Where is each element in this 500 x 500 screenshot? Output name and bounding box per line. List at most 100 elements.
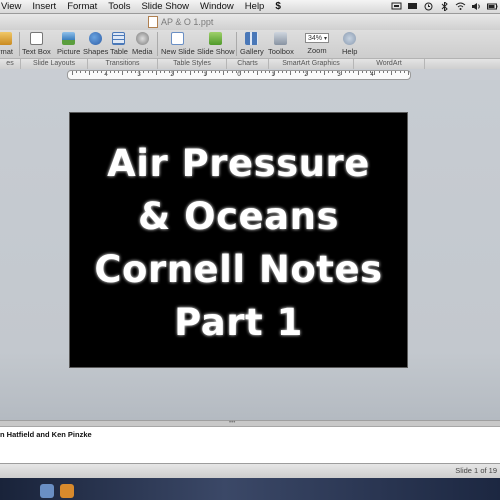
ruler-tick	[88, 71, 90, 75]
ruler-tick	[336, 71, 338, 73]
menu-tools[interactable]: Tools	[103, 0, 136, 13]
help-button[interactable]: Help	[342, 30, 357, 58]
ruler-tick	[340, 71, 342, 75]
menu-help[interactable]: Help	[240, 0, 271, 13]
ruler-tick	[227, 71, 229, 73]
dock-app-icon[interactable]	[60, 484, 74, 498]
title-line-2: & Oceans	[138, 195, 339, 238]
notes-text[interactable]: n Hatfield and Ken Pinzke	[0, 430, 92, 439]
toolbar-divider	[19, 32, 20, 56]
new-slide-icon	[171, 32, 185, 45]
shapes-button[interactable]: Shapes	[83, 30, 108, 58]
ribbon-tab-transitions[interactable]: Transitions	[88, 59, 158, 69]
ruler-tick	[256, 71, 258, 75]
dock-app-icon[interactable]	[40, 484, 54, 498]
dock	[0, 478, 500, 500]
ruler-tick	[156, 71, 157, 75]
ruler-tick	[181, 71, 183, 73]
chevron-down-icon: ▾	[323, 36, 327, 42]
toolbar-divider	[157, 32, 158, 56]
slide[interactable]: Air Pressure & Oceans Cornell Notes Part…	[69, 112, 408, 368]
slide-indicator: Slide 1 of 19	[455, 466, 497, 475]
bluetooth-icon[interactable]	[439, 2, 450, 11]
notes-pane[interactable]: n Hatfield and Ken Pinzke	[0, 426, 500, 464]
text-box-button[interactable]: Text Box	[22, 30, 51, 58]
menu-format[interactable]: Format	[62, 0, 103, 13]
ruler-tick	[72, 71, 73, 75]
menu-insert[interactable]: Insert	[27, 0, 62, 13]
status-bar: Slide 1 of 19	[0, 463, 500, 478]
picture-button[interactable]: Picture	[57, 30, 80, 58]
menu-slide-show[interactable]: Slide Show	[136, 0, 195, 13]
zoom-control[interactable]: 34% ▾ Zoom	[305, 30, 329, 58]
ribbon-tab-themes[interactable]: es	[0, 59, 21, 69]
zoom-label: Zoom	[307, 46, 327, 55]
ruler-tick	[114, 71, 115, 73]
ruler-tick	[361, 71, 363, 73]
media-button[interactable]: Media	[132, 30, 152, 58]
slide-title[interactable]: Air Pressure & Oceans Cornell Notes Part…	[70, 137, 407, 349]
screen-icon[interactable]	[391, 2, 402, 11]
ruler-tick	[105, 71, 107, 75]
ruler-tick	[147, 71, 149, 73]
toolbox-icon	[274, 32, 288, 45]
ribbon-tab-charts[interactable]: Charts	[227, 59, 269, 69]
format-button[interactable]: rmat	[0, 30, 13, 58]
title-bar[interactable]: AP & O 1.ppt	[0, 14, 500, 30]
ribbon-tab-slide-layouts[interactable]: Slide Layouts	[21, 59, 88, 69]
ruler-tick	[269, 71, 271, 73]
ruler-tick	[93, 71, 94, 73]
ruler-tick	[80, 71, 82, 73]
ruler-tick	[374, 71, 376, 75]
ribbon-tab-wordart[interactable]: WordArt	[354, 59, 425, 69]
ruler-tick	[164, 71, 166, 73]
menu-list: View Insert Format Tools Slide Show Wind…	[0, 0, 287, 13]
zoom-value: 34%	[308, 35, 323, 42]
ruler-tick	[185, 71, 187, 73]
volume-icon[interactable]	[471, 2, 482, 11]
menu-window[interactable]: Window	[195, 0, 240, 13]
ruler-tick	[366, 71, 367, 73]
table-button[interactable]: Table	[110, 30, 128, 58]
picture-label: Picture	[57, 47, 81, 56]
table-icon	[112, 32, 126, 45]
time-machine-icon[interactable]	[423, 2, 434, 11]
gallery-button[interactable]: Gallery	[240, 30, 264, 58]
ruler-tick	[101, 71, 103, 73]
zoom-field[interactable]: 34% ▾	[305, 33, 329, 43]
toolbar-divider	[236, 32, 237, 56]
ruler-tick	[193, 71, 195, 73]
wifi-icon[interactable]	[455, 2, 466, 11]
new-slide-button[interactable]: New Slide	[161, 30, 195, 58]
slide-show-icon	[209, 32, 223, 45]
script-menu[interactable]: $	[270, 0, 287, 13]
ruler-tick	[126, 71, 128, 73]
ribbon-tab-table-styles[interactable]: Table Styles	[158, 59, 227, 69]
ruler-tick	[252, 71, 254, 73]
new-slide-label: New Slide	[161, 47, 195, 56]
ruler-tick	[214, 71, 216, 73]
ruler-tick	[353, 71, 355, 73]
horizontal-ruler[interactable]: 4 3 2 1 0 1 2 3 4	[67, 70, 411, 80]
shapes-label: Shapes	[83, 47, 109, 56]
ruler-tick	[378, 71, 380, 73]
text-box-label: Text Box	[22, 47, 51, 56]
ruler-tick	[349, 71, 351, 73]
ruler-tick	[151, 71, 153, 73]
slide-show-button[interactable]: Slide Show	[197, 30, 235, 58]
slide-show-label: Slide Show	[197, 47, 235, 56]
ruler-tick	[286, 71, 288, 73]
menu-view[interactable]: View	[0, 0, 27, 13]
ruler-tick	[122, 71, 124, 75]
battery-icon[interactable]	[487, 2, 498, 11]
toolbox-label: Toolbox	[268, 47, 294, 56]
toolbox-button[interactable]: Toolbox	[268, 30, 294, 58]
ribbon-tab-smartart[interactable]: SmartArt Graphics	[269, 59, 354, 69]
ruler-tick	[84, 71, 86, 73]
format-label: rmat	[0, 47, 13, 56]
ruler-tick	[76, 71, 78, 73]
document-title: AP & O 1.ppt	[148, 16, 213, 28]
title-line-1: Air Pressure	[107, 142, 370, 185]
ruler-tick	[311, 71, 313, 73]
display-icon[interactable]	[407, 2, 418, 11]
